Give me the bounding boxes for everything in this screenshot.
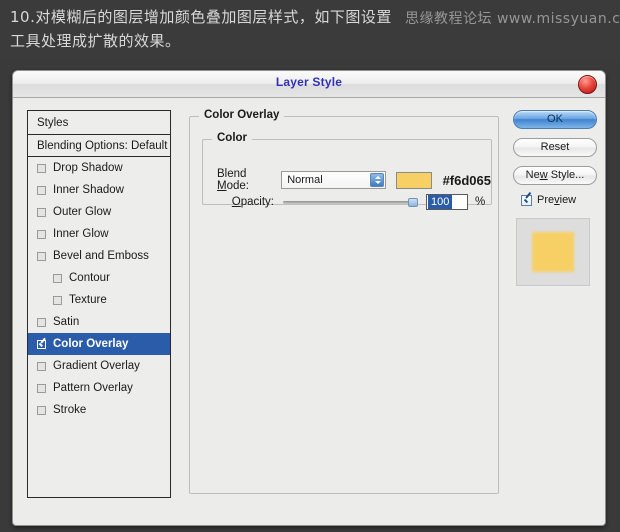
reset-button[interactable]: Reset bbox=[513, 138, 597, 157]
style-list-item-label: Inner Shadow bbox=[53, 184, 124, 196]
preview-thumbnail bbox=[516, 218, 590, 286]
style-list-item[interactable]: Outer Glow bbox=[28, 201, 170, 223]
style-list-item-label: Gradient Overlay bbox=[53, 360, 140, 372]
preview-checkbox[interactable] bbox=[521, 194, 532, 206]
dialog-button-column: OK Reset New Style... Preview bbox=[513, 110, 597, 286]
blending-options-item[interactable]: Blending Options: Default bbox=[28, 135, 170, 157]
style-list-item-label: Texture bbox=[69, 294, 107, 306]
color-overlay-panel: Color Overlay Color Blend Mode: Normal #… bbox=[185, 108, 503, 498]
opacity-input-value: 100 bbox=[428, 195, 453, 209]
watermark-text: 思缘教程论坛 www.missyuan.com bbox=[405, 11, 620, 27]
style-list-item[interactable]: Inner Glow bbox=[28, 223, 170, 245]
caption-line-2: 工具处理成扩散的效果。 bbox=[10, 32, 181, 50]
style-list-item[interactable]: Inner Shadow bbox=[28, 179, 170, 201]
preview-color-shape bbox=[532, 232, 574, 272]
style-list-item-label: Outer Glow bbox=[53, 206, 112, 218]
style-list-item-label: Color Overlay bbox=[53, 338, 129, 350]
color-overlay-group: Color Overlay Color Blend Mode: Normal #… bbox=[189, 109, 499, 494]
style-list-item[interactable]: Drop Shadow bbox=[28, 157, 170, 179]
opacity-slider[interactable] bbox=[283, 196, 418, 208]
dialog-title: Layer Style bbox=[275, 75, 343, 89]
caption-line-1: 10.对模糊后的图层增加颜色叠加图层样式，如下图设置 bbox=[10, 8, 392, 26]
opacity-slider-thumb[interactable] bbox=[408, 198, 418, 207]
style-list-item[interactable]: Color Overlay bbox=[28, 333, 170, 355]
opacity-slider-track bbox=[283, 201, 417, 204]
opacity-input[interactable]: 100 bbox=[426, 194, 468, 210]
color-subgroup-title: Color bbox=[212, 132, 253, 144]
style-list-item[interactable]: Stroke bbox=[28, 399, 170, 421]
chevron-updown-icon[interactable] bbox=[369, 173, 384, 187]
checkbox-icon[interactable] bbox=[37, 185, 46, 195]
new-style-button[interactable]: New Style... bbox=[513, 166, 597, 185]
blend-mode-label: Blend Mode: bbox=[217, 168, 249, 192]
opacity-label: Opacity: bbox=[231, 196, 274, 208]
checkbox-icon[interactable] bbox=[37, 207, 46, 217]
preview-checkbox-row[interactable]: Preview bbox=[521, 194, 597, 206]
style-list-item-label: Pattern Overlay bbox=[53, 382, 133, 394]
dialog-body: Styles Blending Options: Default Drop Sh… bbox=[13, 98, 605, 527]
style-list-item[interactable]: Contour bbox=[28, 267, 170, 289]
blend-mode-select[interactable]: Normal bbox=[281, 171, 386, 189]
style-list-item[interactable]: Satin bbox=[28, 311, 170, 333]
color-overlay-group-title: Color Overlay bbox=[199, 109, 285, 121]
checkbox-icon[interactable] bbox=[37, 251, 46, 261]
style-list-item[interactable]: Bevel and Emboss bbox=[28, 245, 170, 267]
caption-banner: 10.对模糊后的图层增加颜色叠加图层样式，如下图设置 工具处理成扩散的效果。 思… bbox=[0, 0, 620, 62]
checkbox-icon[interactable] bbox=[37, 405, 46, 415]
style-list-item-label: Inner Glow bbox=[53, 228, 109, 240]
close-circle-icon[interactable] bbox=[578, 75, 597, 94]
style-list-item-label: Stroke bbox=[53, 404, 87, 416]
checkbox-icon[interactable] bbox=[37, 361, 46, 371]
opacity-row: Opacity: 100 % bbox=[217, 194, 485, 210]
checkbox-icon[interactable] bbox=[53, 273, 62, 283]
dialog-titlebar[interactable]: Layer Style bbox=[13, 71, 605, 98]
style-list-item[interactable]: Pattern Overlay bbox=[28, 377, 170, 399]
ok-button[interactable]: OK bbox=[513, 110, 597, 129]
color-hex-label: #f6d065 bbox=[442, 172, 491, 188]
percent-symbol: % bbox=[475, 196, 486, 208]
color-subgroup: Color Blend Mode: Normal #f6d065 Opacity… bbox=[202, 132, 492, 210]
checkbox-icon[interactable] bbox=[37, 383, 46, 393]
checkbox-icon[interactable] bbox=[53, 295, 62, 305]
styles-list-panel: Styles Blending Options: Default Drop Sh… bbox=[27, 110, 171, 498]
style-list-item[interactable]: Gradient Overlay bbox=[28, 355, 170, 377]
style-list-item[interactable]: Texture bbox=[28, 289, 170, 311]
blend-mode-value: Normal bbox=[287, 174, 323, 186]
style-list-item-label: Contour bbox=[69, 272, 110, 284]
color-swatch-button[interactable] bbox=[395, 171, 432, 189]
style-list-item-label: Bevel and Emboss bbox=[53, 250, 149, 262]
checkbox-icon[interactable] bbox=[37, 229, 46, 239]
checkbox-icon[interactable] bbox=[37, 317, 46, 327]
styles-list-header: Styles bbox=[28, 111, 170, 135]
styles-list-items: Drop Shadow Inner Shadow Outer Glow Inner G… bbox=[28, 157, 170, 421]
checkbox-icon[interactable] bbox=[37, 163, 46, 173]
layer-style-dialog: Layer Style Styles Blending Options: Def… bbox=[12, 70, 606, 526]
blend-mode-row: Blend Mode: Normal #f6d065 bbox=[217, 168, 491, 192]
style-list-item-label: Drop Shadow bbox=[53, 162, 123, 174]
preview-label: Preview bbox=[537, 194, 577, 206]
style-list-item-label: Satin bbox=[53, 316, 80, 328]
checkbox-checked-icon[interactable] bbox=[37, 339, 46, 349]
